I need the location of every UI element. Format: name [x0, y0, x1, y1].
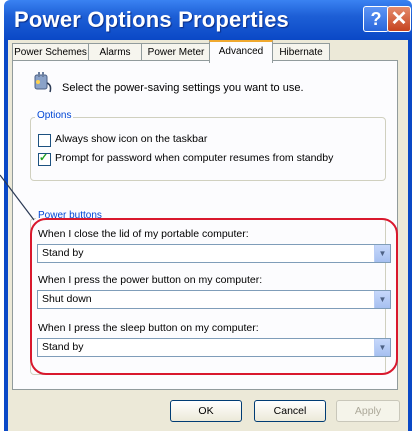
show-icon-checkbox[interactable]	[38, 134, 51, 147]
tab-power-schemes[interactable]: Power Schemes	[12, 43, 89, 61]
cancel-button[interactable]: Cancel	[254, 400, 326, 422]
tab-power-meter[interactable]: Power Meter	[141, 43, 211, 61]
close-button[interactable]: ✕	[387, 6, 411, 32]
callout-pointer-line	[0, 174, 35, 221]
description-text: Select the power-saving settings you wan…	[62, 82, 304, 94]
show-icon-label[interactable]: Always show icon on the taskbar	[55, 133, 207, 145]
options-group	[30, 117, 386, 181]
tab-advanced[interactable]: Advanced	[209, 40, 273, 63]
power-plug-icon	[30, 70, 54, 94]
ok-button[interactable]: OK	[170, 400, 242, 422]
options-group-title: Options	[35, 110, 74, 121]
tab-alarms[interactable]: Alarms	[88, 43, 142, 61]
prompt-password-label[interactable]: Prompt for password when computer resume…	[55, 152, 333, 164]
help-button[interactable]: ?	[363, 6, 389, 32]
window-frame-right	[408, 40, 412, 431]
highlight-callout	[30, 218, 398, 375]
tab-hibernate[interactable]: Hibernate	[272, 43, 330, 61]
window-title: Power Options Properties	[14, 7, 289, 32]
apply-button[interactable]: Apply	[336, 400, 400, 422]
